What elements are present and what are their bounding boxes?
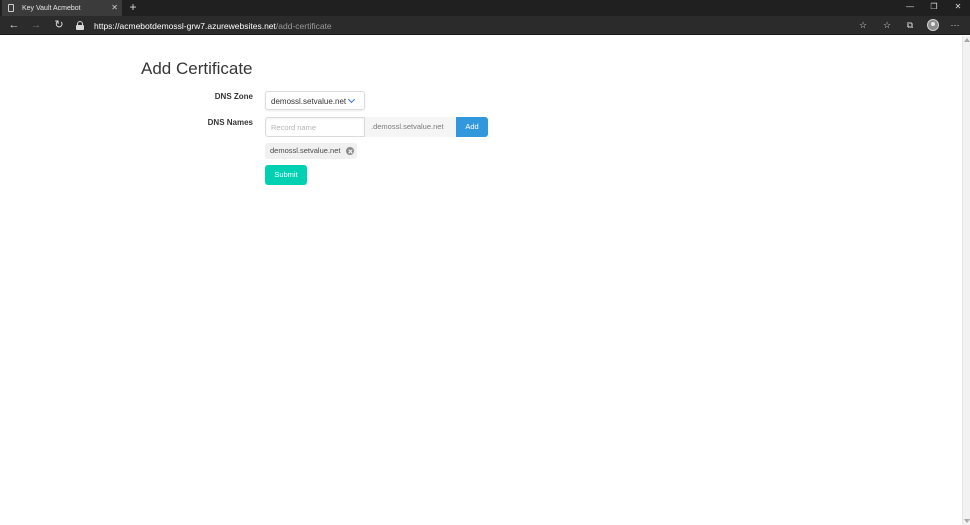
dns-name-tag: demossl.setvalue.net [265,143,357,159]
close-tab-icon[interactable]: ✕ [111,3,118,13]
submit-button[interactable]: Submit [265,165,307,185]
browser-tab[interactable]: Key Vault Acmebot ✕ [2,0,122,16]
remove-tag-icon[interactable] [346,147,354,155]
lock-icon[interactable] [76,21,84,30]
tab-strip: Key Vault Acmebot ✕ + — ❐ ✕ [0,0,970,16]
back-button[interactable]: ← [6,18,22,33]
more-menu-icon[interactable]: ··· [948,18,962,33]
new-tab-button[interactable]: + [127,0,139,16]
dns-names-label: DNS Names [207,118,253,127]
favorites-icon[interactable]: ☆ [880,18,894,33]
dns-zone-select[interactable]: demossl.setvalue.net [265,91,365,110]
chevron-down-icon [347,95,356,104]
minimize-button[interactable]: — [898,0,922,16]
page-icon [8,4,14,12]
url-host: https://acmebotdemossl-grw7.azurewebsite… [94,20,276,31]
address-bar: ← → ↻ https://acmebotdemossl-grw7.azurew… [0,16,970,35]
page-scrollbar[interactable] [962,36,970,525]
refresh-button[interactable]: ↻ [51,18,67,33]
profile-avatar[interactable] [927,19,939,31]
close-window-button[interactable]: ✕ [946,0,970,16]
dns-zone-value: demossl.setvalue.net [271,97,347,106]
scroll-up-icon[interactable] [964,38,970,42]
add-button[interactable]: Add [456,117,488,137]
page-title: Add Certificate [141,59,253,78]
url-field[interactable]: https://acmebotdemossl-grw7.azurewebsite… [76,18,876,33]
dns-zone-label: DNS Zone [214,92,253,101]
forward-button[interactable]: → [28,18,44,33]
record-name-input[interactable] [265,117,365,137]
restore-button[interactable]: ❐ [922,0,946,16]
collections-icon[interactable]: ⧉ [903,18,917,33]
scroll-down-icon[interactable] [964,519,970,523]
url-path: /add-certificate [275,20,332,31]
zone-suffix: .demossl.setvalue.net [365,117,456,137]
favorite-star-icon[interactable]: ☆ [856,18,870,33]
tab-title: Key Vault Acmebot [22,4,81,12]
